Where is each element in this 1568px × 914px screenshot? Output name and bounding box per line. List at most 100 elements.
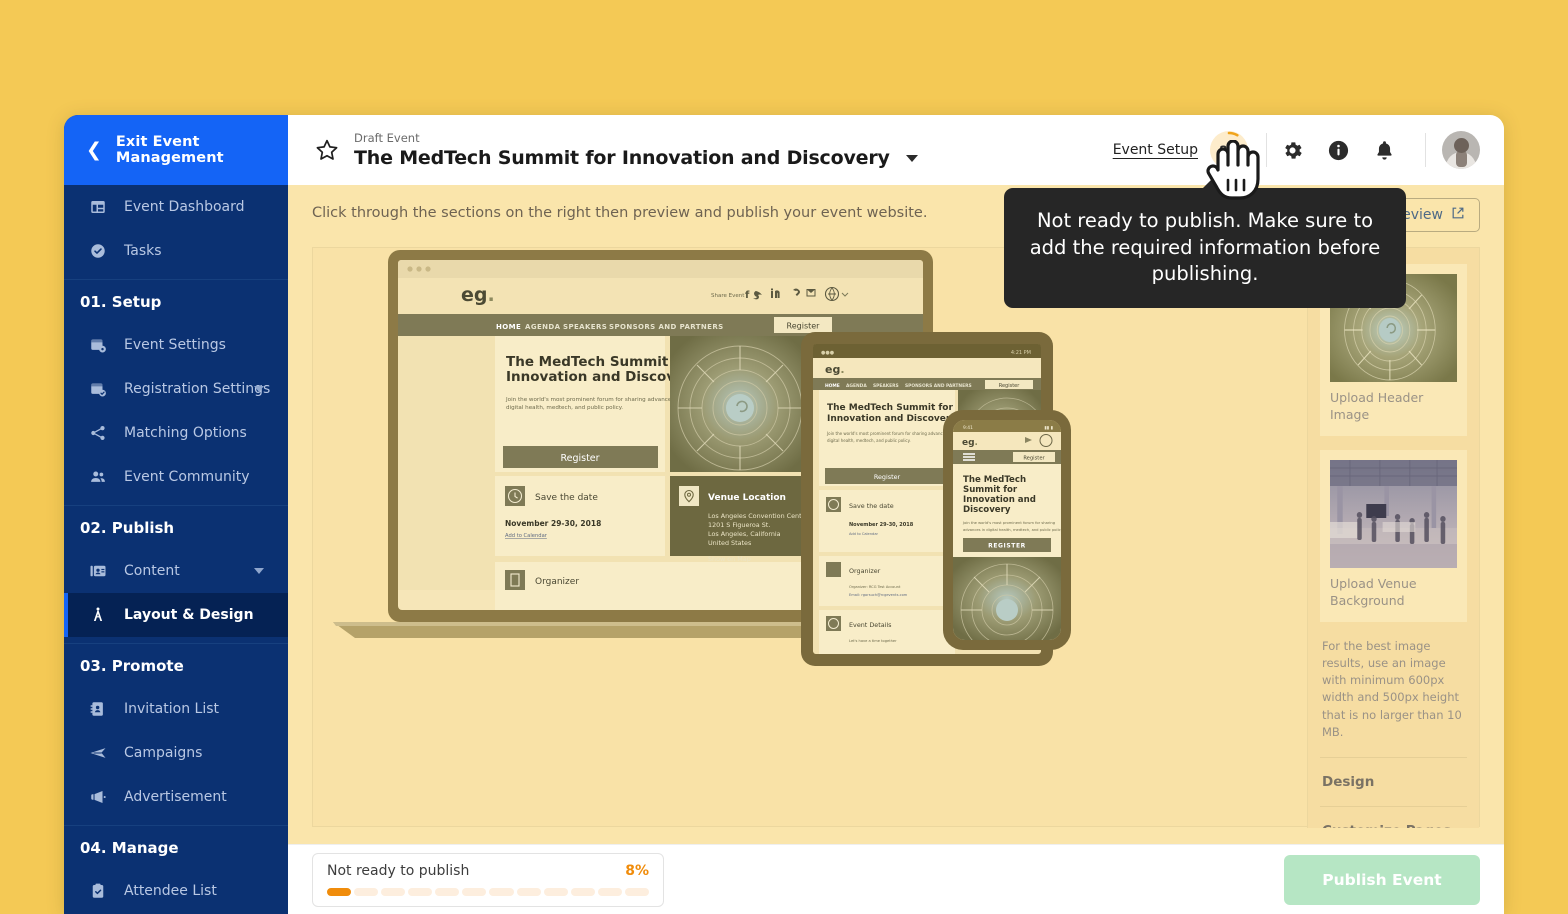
sidebar-item-label: Event Community [124, 469, 250, 485]
share-nodes-icon [88, 423, 108, 443]
calendar-gear-icon [88, 335, 108, 355]
svg-text:HOME: HOME [825, 383, 840, 389]
svg-text:Add to Calendar: Add to Calendar [505, 533, 548, 539]
publish-readiness-card: Not ready to publish 8% [312, 852, 664, 907]
svg-text:eg.: eg. [461, 284, 495, 306]
intro-text: Click through the sections on the right … [312, 205, 928, 221]
customize-pages-section-row[interactable]: Customize Pages [1320, 806, 1467, 828]
svg-text:Save the date: Save the date [849, 502, 894, 510]
sidebar-item-layout-design[interactable]: Layout & Design [64, 593, 288, 637]
title-block: Draft Event The MedTech Summit for Innov… [354, 131, 918, 169]
upload-venue-background-card[interactable]: Upload Venue Background [1320, 449, 1467, 622]
sidebar-item-label: Layout & Design [124, 607, 254, 623]
svg-text:eg.: eg. [825, 363, 845, 376]
svg-text:AGENDA: AGENDA [525, 323, 561, 331]
svg-text:advances in digital health, me: advances in digital health, medtech, and… [963, 528, 1064, 532]
svg-text:f: f [745, 290, 750, 301]
svg-text:Innovation and: Innovation and [963, 495, 1036, 505]
chevron-down-icon[interactable] [254, 568, 264, 574]
svg-text:Register: Register [560, 453, 599, 464]
publish-status-percent: 8% [625, 862, 649, 879]
divider [1266, 133, 1267, 167]
address-book-icon [88, 699, 108, 719]
progress-segment [543, 887, 568, 896]
people-icon [88, 467, 108, 487]
svg-text:Organizer: Organizer [535, 577, 579, 587]
svg-text:Let's have a time together: Let's have a time together [849, 639, 897, 643]
svg-text:▮▮ ▮: ▮▮ ▮ [1044, 426, 1053, 431]
svg-text:9:41: 9:41 [963, 425, 973, 431]
svg-text:Los Angeles, California: Los Angeles, California [708, 530, 781, 538]
info-circle-icon[interactable] [1315, 127, 1361, 173]
svg-text:Register: Register [874, 473, 901, 481]
sidebar-item-label: Registration Settings [124, 381, 271, 397]
sidebar: ❮ Exit Event Management Event Dashboard T… [64, 115, 288, 914]
sidebar-item-event-dashboard[interactable]: Event Dashboard [64, 185, 288, 229]
avatar[interactable] [1442, 131, 1480, 169]
mouse-cursor-pointer-icon [1206, 139, 1262, 206]
svg-text:Discovery: Discovery [963, 505, 1011, 515]
convention-hall-photo [1330, 459, 1457, 568]
sidebar-item-advertisement[interactable]: Advertisement [64, 775, 288, 819]
svg-text:The MedTech Summit for: The MedTech Summit for [506, 354, 695, 370]
dashboard-icon [88, 197, 108, 217]
sidebar-item-matching-options[interactable]: Matching Options [64, 411, 288, 455]
exit-event-management-button[interactable]: ❮ Exit Event Management [64, 115, 288, 185]
svg-text:SPEAKERS: SPEAKERS [873, 383, 899, 389]
phone-mockup: 9:41 ▮▮ ▮ eg. Register The MedTech Summi… [943, 410, 1071, 650]
svg-text:eg.: eg. [962, 438, 978, 448]
svg-text:Summit for: Summit for [963, 485, 1018, 495]
progress-segment [408, 887, 433, 896]
progress-segment [624, 887, 649, 896]
publish-readiness-tooltip: Not ready to publish. Make sure to add t… [1004, 176, 1406, 309]
sidebar-item-content[interactable]: Content [64, 549, 288, 593]
svg-text:Save the date: Save the date [535, 493, 598, 503]
svg-text:AGENDA: AGENDA [846, 383, 867, 389]
sidebar-item-registration-settings[interactable]: Registration Settings [64, 367, 288, 411]
sidebar-item-event-settings[interactable]: Event Settings [64, 323, 288, 367]
svg-text:REGISTER: REGISTER [988, 543, 1026, 550]
svg-text:Email: rgorsuch@rcgevents.com: Email: rgorsuch@rcgevents.com [849, 593, 908, 597]
svg-text:Join the world's most prominen: Join the world's most prominent forum fo… [826, 431, 953, 436]
progress-segment [570, 887, 595, 896]
svg-text:HOME: HOME [496, 323, 521, 331]
design-section-row[interactable]: Design [1320, 757, 1467, 806]
svg-text:The MedTech Summit for: The MedTech Summit for [827, 403, 953, 413]
publish-status-text: Not ready to publish [327, 862, 470, 879]
svg-text:Los Angeles Convention Center: Los Angeles Convention Center [708, 512, 809, 520]
sidebar-item-attendee-list[interactable]: Attendee List [64, 869, 288, 913]
sidebar-item-tasks[interactable]: Tasks [64, 229, 288, 273]
gear-icon[interactable] [1269, 127, 1315, 173]
svg-text:United States: United States [708, 539, 752, 547]
paper-plane-icon [88, 743, 108, 763]
sidebar-item-label: Advertisement [124, 789, 227, 805]
svg-text:Venue Location: Venue Location [708, 493, 786, 503]
image-helper-text: For the best image results, use an image… [1322, 638, 1462, 739]
svg-text:SPONSORS AND PARTNERS: SPONSORS AND PARTNERS [905, 383, 972, 389]
sidebar-nav-list: Event Dashboard Tasks 01. Setup Event Setti… [64, 185, 288, 914]
chevron-down-icon[interactable] [254, 386, 264, 392]
chevron-left-icon: ❮ [86, 138, 102, 161]
progress-segment [435, 887, 460, 896]
chevron-down-icon[interactable] [905, 154, 918, 162]
sidebar-section-01-setup: 01. Setup [64, 279, 288, 323]
bell-icon[interactable] [1361, 127, 1407, 173]
sidebar-item-label: Matching Options [124, 425, 247, 441]
sidebar-item-campaigns[interactable]: Campaigns [64, 731, 288, 775]
sidebar-item-label: Attendee List [124, 883, 217, 899]
sidebar-item-event-community[interactable]: Event Community [64, 455, 288, 499]
publish-event-button[interactable]: Publish Event [1284, 854, 1480, 905]
design-side-panel: Upload Header Image Upload Venue Backgro… [1307, 248, 1479, 828]
sidebar-section-02-publish: 02. Publish [64, 505, 288, 549]
external-link-icon [1451, 206, 1465, 224]
progress-segment [327, 887, 352, 896]
star-outline-icon[interactable] [314, 137, 340, 163]
event-setup-link[interactable]: Event Setup [1113, 142, 1198, 158]
svg-text:Share Event: Share Event [711, 293, 745, 299]
svg-text:Join the world's most prominen: Join the world's most prominent forum fo… [505, 397, 682, 403]
svg-text:Organizer: Organizer [849, 567, 881, 575]
sidebar-item-invitation-list[interactable]: Invitation List [64, 687, 288, 731]
calendar-check-icon [88, 379, 108, 399]
check-circle-icon [88, 241, 108, 261]
svg-text:Event Details: Event Details [849, 621, 892, 629]
